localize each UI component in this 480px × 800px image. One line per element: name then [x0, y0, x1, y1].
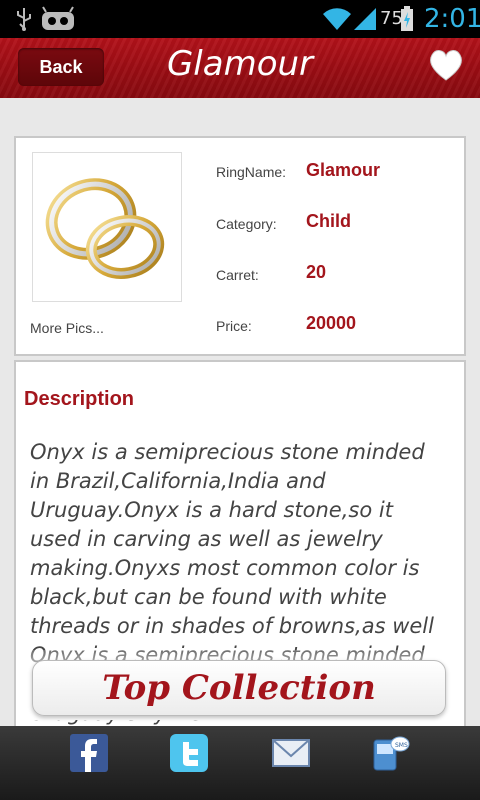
status-bar: 75 2:01	[0, 0, 480, 38]
page-title: Glamour	[166, 44, 314, 84]
android-icon	[42, 6, 74, 30]
description-title: Description	[24, 388, 135, 410]
carret-label: Carret:	[216, 267, 259, 283]
carret-value: 20	[306, 262, 327, 282]
ring-info-card: More Pics... RingName: Glamour Category:…	[14, 136, 466, 356]
more-pics-link[interactable]: More Pics...	[30, 320, 104, 336]
ring-name-label: RingName:	[216, 164, 287, 180]
battery-icon	[401, 6, 413, 31]
twitter-icon[interactable]	[170, 734, 208, 772]
share-bar: SMS	[0, 726, 480, 800]
ring-image[interactable]	[32, 152, 182, 302]
facebook-icon[interactable]	[70, 734, 108, 772]
wifi-icon	[323, 8, 351, 30]
heart-icon[interactable]	[428, 48, 464, 82]
category-label: Category:	[216, 216, 277, 232]
signal-icon	[354, 8, 376, 30]
top-collection-button[interactable]: Top Collection	[32, 660, 446, 716]
svg-text:SMS: SMS	[395, 742, 408, 749]
header-bar: Back Glamour	[0, 38, 480, 98]
category-value: Child	[306, 211, 351, 231]
price-label: Price:	[216, 318, 252, 334]
clock: 2:01	[424, 4, 480, 34]
sms-icon[interactable]: SMS	[372, 734, 410, 772]
ring-name-value: Glamour	[306, 160, 381, 180]
price-value: 20000	[306, 313, 357, 333]
email-icon[interactable]	[272, 734, 310, 772]
usb-icon	[17, 8, 31, 31]
